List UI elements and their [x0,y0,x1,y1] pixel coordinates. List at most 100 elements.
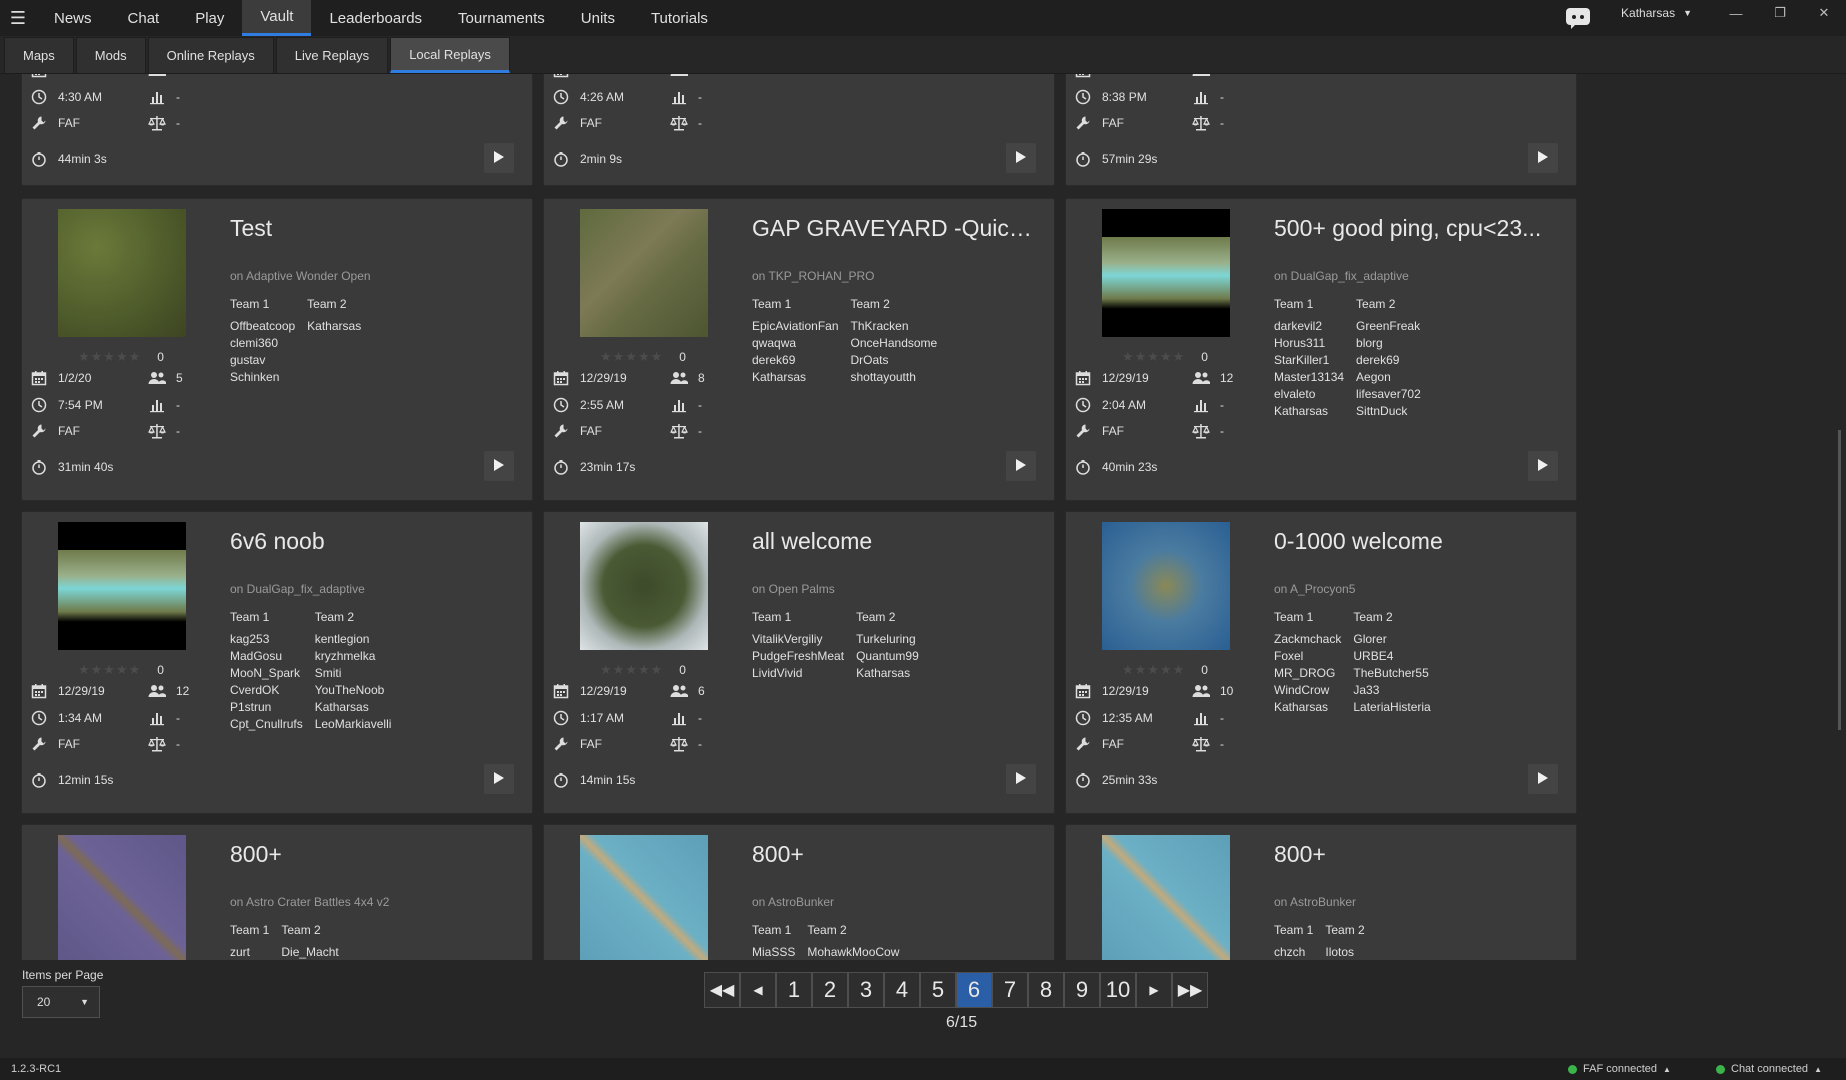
player-count: 1 [176,74,183,77]
user-menu[interactable]: Katharsas ▼ [1621,6,1692,20]
menu-icon[interactable]: ☰ [0,0,36,36]
map-name: on Adaptive Wonder Open [230,269,371,283]
items-per-page-select[interactable]: 20 ▼ [22,986,100,1018]
average-rating-row: - [148,709,180,727]
replay-card[interactable]: 1/4/20 1 4:26 AM - FAF - 2min 9s [543,74,1055,186]
nav-tab-vault[interactable]: Vault [242,0,312,36]
star-icon[interactable]: ★★★★★ [600,349,663,365]
balance-icon [670,422,688,440]
play-replay-button[interactable] [1006,451,1036,481]
nav-tab-leaderboards[interactable]: Leaderboards [311,0,440,36]
rating-stars[interactable]: ★★★★★ 0 [600,349,687,365]
page-button-1[interactable]: 1 [776,972,812,1008]
restore-icon[interactable]: ❐ [1758,0,1802,31]
calendar-icon [552,369,570,387]
player-name: lifesaver702 [1356,387,1421,401]
previous-page-button[interactable]: ◀ [740,972,776,1008]
page-button-5[interactable]: 5 [920,972,956,1008]
play-replay-button[interactable] [484,143,514,173]
replay-card[interactable]: GAP GRAVEYARD -Quick ... on TKP_ROHAN_PRO… [543,198,1055,501]
star-icon[interactable]: ★★★★★ [1122,349,1185,365]
discord-icon[interactable] [1563,5,1593,31]
play-replay-button[interactable] [484,451,514,481]
teams: Team 1 chzch Team 2 Ilotos [1274,923,1365,960]
status-dot-icon [1568,1064,1577,1074]
replay-card[interactable]: 800+ on AstroBunker Team 1 MiaSSS Team 2 Moha… [543,824,1055,960]
play-replay-button[interactable] [1528,143,1558,173]
replay-card[interactable]: 800+ on Astro Crater Battles 4x4 v2 Team 1… [21,824,533,960]
subtab-live-replays[interactable]: Live Replays [275,37,389,73]
map-thumbnail [1102,209,1230,337]
chat-connection-status[interactable]: Chat connected ▲ [1716,1063,1822,1075]
subtab-local-replays[interactable]: Local Replays [390,37,510,73]
replay-card[interactable]: 0-1000 welcome on A_Procyon5 Team 1 Zackmch… [1065,511,1577,814]
replay-time-row: 2:55 AM [552,396,624,414]
balance-icon [148,114,166,132]
subtab-mods[interactable]: Mods [75,37,146,73]
nav-tab-tournaments[interactable]: Tournaments [440,0,563,36]
close-icon[interactable]: ✕ [1802,0,1846,31]
replay-card[interactable]: 6v6 noob on DualGap_fix_adaptive Team 1 kag… [21,511,533,814]
rating-stars[interactable]: ★★★★★ 0 [78,662,165,678]
replay-title: GAP GRAVEYARD -Quick ... [752,215,1042,241]
replay-card[interactable]: 800+ on AstroBunker Team 1 chzch Team 2 Iloto… [1065,824,1577,960]
average-rating-row: - [1192,396,1224,414]
star-icon[interactable]: ★★★★★ [78,662,141,678]
replay-card[interactable]: 500+ good ping, cpu<23... on DualGap_fix_… [1065,198,1577,501]
nav-tab-chat[interactable]: Chat [110,0,178,36]
average-rating: - [1220,398,1224,412]
balance-icon [148,735,166,753]
play-replay-button[interactable] [1006,764,1036,794]
play-replay-button[interactable] [484,764,514,794]
player-name: WindCrow [1274,683,1330,697]
clock-icon [30,88,48,106]
page-button-7[interactable]: 7 [992,972,1028,1008]
subtab-maps[interactable]: Maps [4,37,74,73]
replay-time-row: 12:35 AM [1074,709,1153,727]
page-button-2[interactable]: 2 [812,972,848,1008]
minimize-icon[interactable]: — [1714,0,1758,31]
nav-tab-units[interactable]: Units [563,0,633,36]
page-button-3[interactable]: 3 [848,972,884,1008]
rating-stars[interactable]: ★★★★★ 0 [78,349,165,365]
nav-tab-tutorials[interactable]: Tutorials [633,0,726,36]
page-button-10[interactable]: 10 [1100,972,1136,1008]
replay-title: all welcome [752,528,873,554]
first-page-button[interactable]: ◀◀ [704,972,740,1008]
subtab-online-replays[interactable]: Online Replays [147,37,274,73]
play-replay-button[interactable] [1528,764,1558,794]
rating-stars[interactable]: ★★★★★ 0 [600,662,687,678]
player-name: blorg [1356,336,1383,350]
rating-stars[interactable]: ★★★★★ 0 [1122,349,1209,365]
star-icon[interactable]: ★★★★★ [1122,662,1185,678]
play-replay-button[interactable] [1006,143,1036,173]
page-button-6[interactable]: 6 [956,972,992,1008]
star-icon[interactable]: ★★★★★ [78,349,141,365]
replay-card[interactable]: 1/4/20 1 4:30 AM - FAF - 44min 3s [21,74,533,186]
star-icon[interactable]: ★★★★★ [600,662,663,678]
scrollbar[interactable] [1838,430,1841,730]
last-page-button[interactable]: ▶▶ [1172,972,1208,1008]
faf-connection-status[interactable]: FAF connected ▲ [1568,1063,1671,1075]
nav-tab-play[interactable]: Play [177,0,242,36]
page-button-8[interactable]: 8 [1028,972,1064,1008]
clock-icon [1074,88,1092,106]
replay-card[interactable]: all welcome on Open Palms Team 1 VitalikVer… [543,511,1055,814]
next-page-button[interactable]: ▶ [1136,972,1172,1008]
team1-header: Team 1 [1274,297,1314,311]
chevron-right-icon: ▶ [1149,983,1159,997]
play-replay-button[interactable] [1528,451,1558,481]
map-thumbnail [580,209,708,337]
replay-card[interactable]: Test on Adaptive Wonder Open Team 1 Offbeat… [21,198,533,501]
player-count-row: 10 [1192,682,1233,700]
status-bar: 1.2.3-RC1 FAF connected ▲ Chat connected… [0,1058,1846,1080]
page-button-9[interactable]: 9 [1064,972,1100,1008]
average-rating: - [176,711,180,725]
double-chevron-left-icon: ◀◀ [709,982,735,999]
replay-card[interactable]: 1/2/20 3 8:38 PM - FAF - 57min 29s [1065,74,1577,186]
rating-stars[interactable]: ★★★★★ 0 [1122,662,1209,678]
team1-header: Team 1 [1274,923,1314,937]
nav-tab-news[interactable]: News [36,0,110,36]
page-button-4[interactable]: 4 [884,972,920,1008]
play-icon [493,150,505,167]
